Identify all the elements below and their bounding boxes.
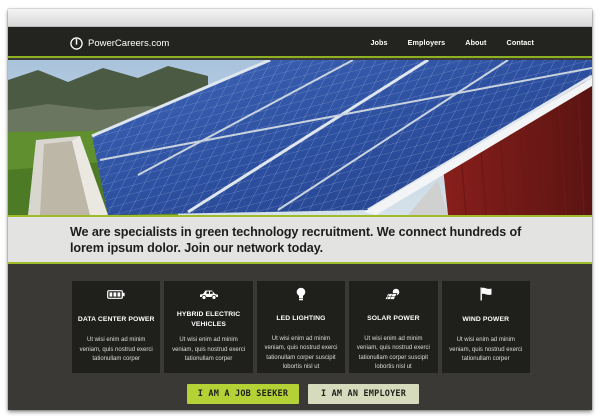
- feature-card-led[interactable]: LED LIGHTING Ut wisi enim ad minim venia…: [256, 281, 346, 373]
- feature-text: Ut wisi enim ad minim veniam, quis nostr…: [172, 337, 246, 363]
- tagline-strip: We are specialists in green technology r…: [8, 215, 592, 264]
- solar-panel-roof-photo: [8, 60, 592, 215]
- tagline-text: We are specialists in green technology r…: [70, 225, 522, 255]
- solar-power-icon: [382, 287, 404, 300]
- nav-item-employers[interactable]: Employers: [408, 38, 446, 47]
- feature-title: WIND POWER: [462, 316, 510, 323]
- car-icon: [198, 287, 220, 301]
- navbar: PowerCareers.com Jobs Employers About Co…: [8, 27, 592, 58]
- feature-title: HYBRID ELECTRIC VEHICLES: [176, 311, 241, 328]
- job-seeker-button[interactable]: I AM A JOB SEEKER: [187, 384, 299, 404]
- battery-icon: [105, 287, 127, 301]
- feature-card-data-center[interactable]: DATA CENTER POWER Ut wisi enim ad minim …: [72, 281, 161, 373]
- nav-item-about[interactable]: About: [465, 38, 486, 47]
- brand-name: PowerCareers.com: [88, 37, 170, 49]
- feature-title: SOLAR POWER: [367, 315, 420, 323]
- feature-card-wind[interactable]: WIND POWER Ut wisi enim ad minim veniam,…: [441, 281, 530, 373]
- feature-text: Ut wisi enim ad minim veniam, quis nostr…: [449, 337, 523, 363]
- flag-icon: [475, 287, 497, 301]
- employer-button[interactable]: I AM AN EMPLOYER: [308, 384, 419, 404]
- nav-item-jobs[interactable]: Jobs: [370, 38, 387, 47]
- cta-row: I AM A JOB SEEKER I AM AN EMPLOYER: [8, 384, 592, 404]
- feature-title: LED LIGHTING: [276, 315, 326, 323]
- feature-text: Ut wisi enim ad minim veniam, quis nostr…: [79, 337, 153, 363]
- nav-item-contact[interactable]: Contact: [507, 38, 534, 47]
- window-top-bar: [8, 9, 592, 27]
- feature-text: Ut wisi enim ad minim veniam, quis nostr…: [264, 335, 338, 371]
- feature-card-hybrid[interactable]: HYBRID ELECTRIC VEHICLES Ut wisi enim ad…: [164, 281, 253, 373]
- main-nav: Jobs Employers About Contact: [370, 27, 534, 58]
- logo[interactable]: PowerCareers.com: [70, 33, 169, 53]
- features-row: DATA CENTER POWER Ut wisi enim ad minim …: [72, 281, 530, 373]
- feature-title: DATA CENTER POWER: [77, 316, 155, 323]
- feature-text: Ut wisi enim ad minim veniam, quis nostr…: [356, 335, 430, 371]
- page-frame: PowerCareers.com Jobs Employers About Co…: [8, 9, 592, 410]
- light-bulb-icon: [290, 287, 312, 301]
- hero-image: [8, 60, 592, 215]
- power-icon: [70, 36, 83, 50]
- feature-card-solar[interactable]: SOLAR POWER Ut wisi enim ad minim veniam…: [349, 281, 438, 373]
